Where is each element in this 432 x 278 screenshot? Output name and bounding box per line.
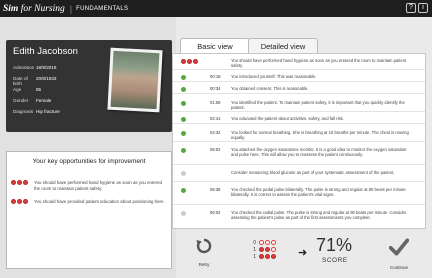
patient-row-age: Age 85 — [13, 87, 42, 92]
check-icon — [181, 117, 186, 122]
patient-row-diagnosis: Diagnosis Hip fracture — [13, 109, 60, 114]
continue-button[interactable]: Continue — [385, 236, 413, 270]
check-icon — [181, 148, 186, 153]
check-icon — [181, 87, 186, 92]
check-icon — [181, 101, 186, 106]
score-label: SCORE — [322, 257, 348, 264]
pending-icon — [181, 211, 186, 216]
retry-button[interactable]: Retry — [192, 237, 216, 267]
patient-row-admission: Admission 18/9/2019 — [13, 65, 57, 70]
severity-dots-icon — [181, 59, 198, 64]
retry-icon — [196, 238, 212, 254]
check-icon — [181, 188, 186, 193]
header-separator: | — [69, 3, 73, 14]
patient-photo — [107, 47, 163, 113]
score-breakdown: 0 1 1 — [252, 239, 296, 260]
improvement-card: Your key opportunities for improvement Y… — [6, 151, 172, 269]
module-name: FUNDAMENTALS — [76, 5, 129, 12]
bottom-bar: Retry 0 1 1 ➜ 71% SCORE Continue — [176, 236, 432, 278]
improvement-title: Your key opportunities for improvement — [32, 158, 146, 165]
pending-icon — [181, 171, 186, 176]
help-icon[interactable]: ? — [406, 3, 416, 13]
patient-row-gender: Gender Female — [13, 98, 52, 103]
severity-dots-icon — [11, 199, 28, 205]
tab-basic-view[interactable]: Basic view — [180, 38, 250, 54]
score-percent: 71% — [316, 235, 353, 255]
feedback-list: You should have performed hand hygiene a… — [172, 53, 426, 229]
top-bar: Sim for Nursing | FUNDAMENTALS ? i — [0, 0, 432, 17]
tab-detailed-view[interactable]: Detailed view — [248, 38, 318, 54]
check-icon — [181, 131, 186, 136]
patient-name: Edith Jacobson — [13, 46, 78, 57]
arrow-right-icon: ➜ — [298, 247, 308, 259]
app-brand: Sim for Nursing — [3, 3, 65, 14]
patient-card: Edith Jacobson Admission 18/9/2019 Date o… — [6, 40, 172, 132]
patient-row-dob: Date of birth 20/9/1933 — [13, 76, 57, 86]
improvement-item: You should have provided patient educati… — [11, 199, 166, 205]
check-icon — [181, 75, 186, 80]
info-icon[interactable]: i — [418, 3, 428, 13]
checkmark-icon — [388, 238, 410, 256]
improvement-item: You should have performed hand hygiene a… — [11, 180, 166, 191]
severity-dots-icon — [11, 180, 28, 191]
